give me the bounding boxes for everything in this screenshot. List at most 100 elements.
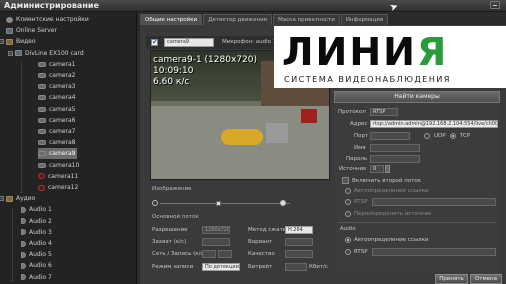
protocol-label: Протокол bbox=[338, 109, 366, 115]
expand-toggle-icon[interactable]: − bbox=[0, 196, 4, 202]
bitrate-label: Битрейт bbox=[248, 264, 273, 270]
tree-item-label: Audio 7 bbox=[29, 273, 52, 281]
port-label: Порт bbox=[354, 133, 369, 139]
tree-item-label: Audio 3 bbox=[29, 228, 52, 236]
brightness-slider[interactable] bbox=[160, 203, 290, 204]
camera-icon bbox=[38, 106, 46, 112]
tree-item-label: camera3 bbox=[49, 83, 76, 91]
username-field[interactable] bbox=[370, 144, 420, 152]
udp-radio[interactable] bbox=[424, 133, 430, 139]
source-field[interactable]: 0 bbox=[370, 165, 384, 173]
audio-rtsp-field[interactable] bbox=[372, 248, 496, 256]
tree-item[interactable]: Аудио bbox=[6, 193, 35, 204]
quality-label: Качество bbox=[248, 251, 275, 257]
tree-item[interactable]: DivLine EX100 card bbox=[15, 48, 84, 59]
tree-item[interactable]: camera8 bbox=[38, 137, 75, 148]
second-stream-checkbox[interactable] bbox=[342, 177, 349, 184]
audio-rtsp-radio[interactable] bbox=[345, 249, 351, 255]
compress-label: Метод сжатия bbox=[248, 227, 290, 233]
apply-button[interactable]: Принять bbox=[435, 274, 468, 284]
variant-label: Вариант bbox=[248, 239, 273, 245]
auto-source-label: Автоопределение ссылки bbox=[354, 188, 429, 194]
second-rtsp-radio[interactable] bbox=[345, 199, 351, 205]
tree-connector bbox=[12, 208, 13, 282]
speaker-icon bbox=[21, 206, 26, 213]
password-field[interactable] bbox=[370, 155, 420, 163]
tree-item[interactable]: Audio 7 bbox=[21, 272, 52, 283]
tree-item-label: Аудио bbox=[16, 195, 36, 203]
source-label: Источник bbox=[339, 166, 367, 172]
compress-select[interactable]: H.264 bbox=[285, 226, 313, 234]
tree-item[interactable]: camera12 bbox=[38, 182, 78, 193]
resolution-select[interactable]: 1280x720 bbox=[202, 226, 230, 234]
camera-enabled-checkbox[interactable] bbox=[151, 38, 158, 46]
expand-toggle-icon[interactable]: − bbox=[8, 50, 13, 56]
tree-item[interactable]: Audio 1 bbox=[21, 204, 52, 215]
tree-item[interactable]: camera9 bbox=[38, 148, 78, 160]
camera-icon bbox=[38, 162, 46, 168]
net-record-fps-label: Сеть / Запись (к/с) bbox=[152, 251, 206, 257]
tcp-radio[interactable] bbox=[450, 133, 456, 139]
tab-general[interactable]: Общие настройки bbox=[140, 14, 203, 25]
tab-privacy-mask[interactable]: Маска приватности bbox=[272, 14, 340, 25]
expand-toggle-icon[interactable]: − bbox=[0, 39, 4, 45]
override-source-radio[interactable] bbox=[345, 211, 351, 217]
tree-item[interactable]: Online Server bbox=[6, 25, 57, 36]
protocol-select[interactable]: RTSP bbox=[370, 108, 398, 116]
tree-item[interactable]: Видео bbox=[6, 36, 36, 47]
tcp-label: TCP bbox=[460, 133, 471, 139]
tree-item[interactable]: camera11 bbox=[38, 171, 78, 182]
cancel-button[interactable]: Отмена bbox=[470, 274, 502, 284]
capture-fps-label: Захват (к/с) bbox=[152, 239, 187, 245]
tree-item[interactable]: camera10 bbox=[38, 160, 79, 171]
image-section-title: Изображение bbox=[152, 186, 192, 192]
tree-item-label: camera4 bbox=[49, 94, 76, 102]
bitrate-field[interactable] bbox=[285, 263, 307, 271]
tree-item[interactable]: camera2 bbox=[38, 70, 75, 81]
camera-icon bbox=[38, 95, 46, 101]
audio-title: Audio bbox=[340, 226, 356, 232]
audio-auto-radio[interactable] bbox=[345, 237, 351, 243]
camera-icon bbox=[38, 84, 46, 90]
tree-item[interactable]: Клиентские настройки bbox=[6, 14, 89, 25]
camera-name-field[interactable]: camera9 bbox=[164, 38, 214, 47]
tree-item[interactable]: camera1 bbox=[38, 59, 75, 70]
tab-motion-detector[interactable]: Детектор движения bbox=[203, 14, 272, 25]
variant-select[interactable] bbox=[285, 238, 313, 246]
brightness-low-icon bbox=[152, 200, 158, 206]
tree-item-label: camera12 bbox=[48, 184, 79, 191]
brightness-knob[interactable] bbox=[216, 201, 221, 206]
second-rtsp-field[interactable] bbox=[372, 198, 496, 206]
tab-info[interactable]: Информация bbox=[340, 14, 389, 25]
camera-icon bbox=[38, 140, 46, 146]
tree-item[interactable]: camera7 bbox=[38, 126, 75, 137]
tree-item[interactable]: camera5 bbox=[38, 104, 75, 115]
tree-item[interactable]: Audio 4 bbox=[21, 238, 52, 249]
speaker-icon bbox=[21, 262, 26, 269]
minimize-button[interactable] bbox=[490, 1, 500, 9]
tree-item[interactable]: Audio 2 bbox=[21, 216, 52, 227]
capture-fps-field[interactable] bbox=[202, 238, 230, 246]
source-spinner[interactable] bbox=[385, 165, 390, 173]
liniya-logo: ЛИНИЯ СИСТЕМА ВИДЕОНАБЛЮДЕНИЯ bbox=[274, 26, 506, 88]
quality-select[interactable] bbox=[285, 250, 313, 258]
osd-fps: 6.60 к/с bbox=[153, 77, 190, 87]
camera-icon bbox=[38, 61, 46, 67]
record-mode-select[interactable]: По детекции bbox=[202, 263, 240, 271]
tree-item[interactable]: camera3 bbox=[38, 81, 75, 92]
tree-item-label: camera1 bbox=[49, 60, 76, 68]
tree-item[interactable]: Audio 6 bbox=[21, 260, 52, 271]
record-fps-field[interactable] bbox=[218, 250, 232, 258]
tree-item[interactable]: camera4 bbox=[38, 92, 75, 103]
tree-item-label: camera8 bbox=[49, 139, 76, 147]
find-cameras-button[interactable]: Найти камеры bbox=[334, 91, 500, 103]
tree-item[interactable]: camera6 bbox=[38, 115, 75, 126]
preview-truck bbox=[266, 123, 288, 143]
tree-item[interactable]: Audio 3 bbox=[21, 227, 52, 238]
address-field[interactable]: rtsp://admin:admin@192.168.2.104:554/liv… bbox=[370, 120, 498, 128]
window-titlebar: Администрирование bbox=[0, 0, 506, 12]
net-fps-field[interactable] bbox=[202, 250, 216, 258]
auto-source-radio[interactable] bbox=[345, 188, 351, 194]
port-field[interactable] bbox=[370, 132, 410, 140]
tree-item[interactable]: Audio 5 bbox=[21, 249, 52, 260]
